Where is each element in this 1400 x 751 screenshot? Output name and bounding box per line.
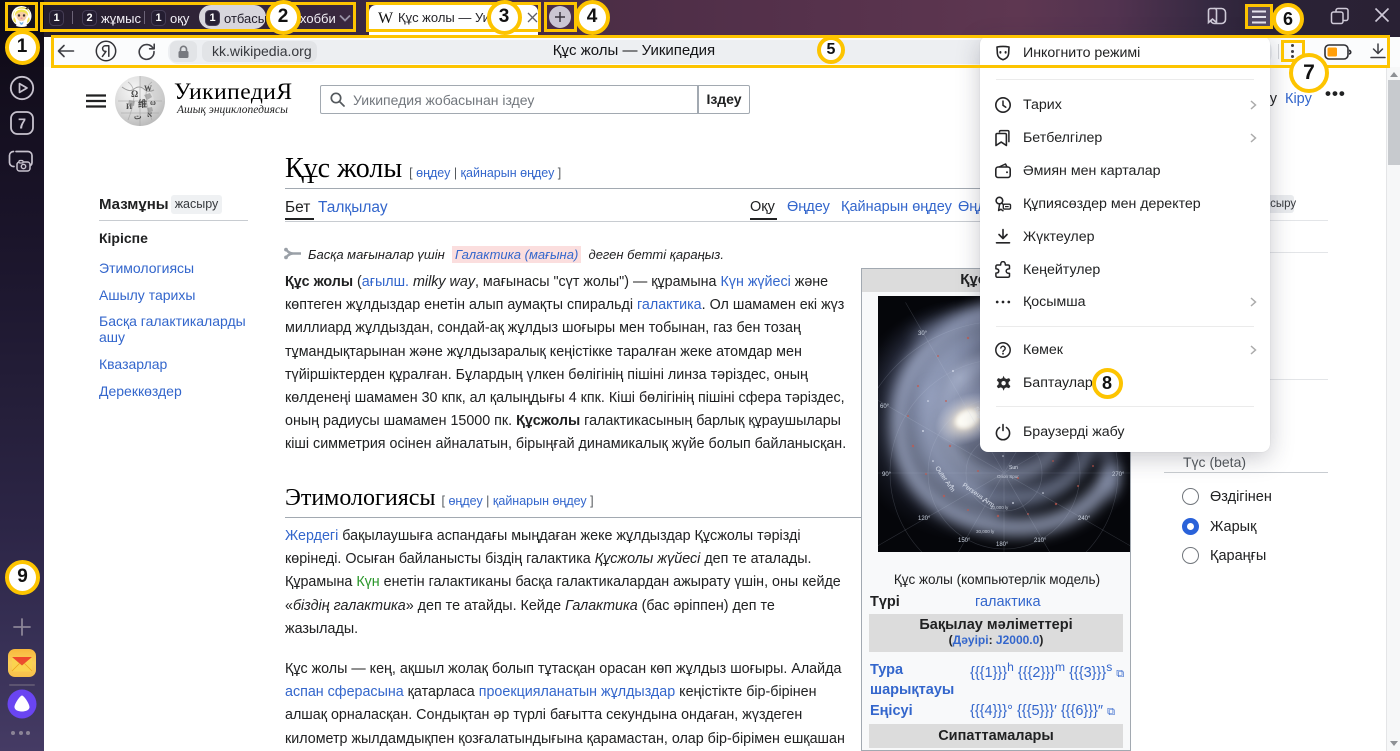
svg-text:210°: 210°: [1034, 538, 1047, 544]
svg-text:7: 7: [18, 116, 26, 132]
svg-text:W: W: [144, 84, 152, 93]
svg-text:Sun: Sun: [1009, 465, 1018, 471]
svg-text:150°: 150°: [958, 538, 971, 544]
svg-text:ت: ت: [134, 112, 142, 121]
svg-text:60°: 60°: [880, 404, 890, 410]
svg-text:Ω: Ω: [131, 89, 138, 99]
svg-text:ω: ω: [150, 98, 156, 107]
svg-text:180°: 180°: [996, 542, 1009, 548]
svg-text:240°: 240°: [1078, 516, 1091, 522]
svg-text:30°: 30°: [918, 331, 928, 337]
svg-text:270°: 270°: [1112, 472, 1125, 478]
svg-text:维: 维: [138, 98, 147, 109]
svg-text:10,000 ly: 10,000 ly: [990, 505, 1009, 510]
svg-text:Orion Spur: Orion Spur: [997, 474, 1019, 479]
svg-text:30,000 ly: 30,000 ly: [976, 529, 995, 534]
svg-text:90°: 90°: [882, 472, 892, 478]
svg-text:120°: 120°: [918, 516, 931, 522]
